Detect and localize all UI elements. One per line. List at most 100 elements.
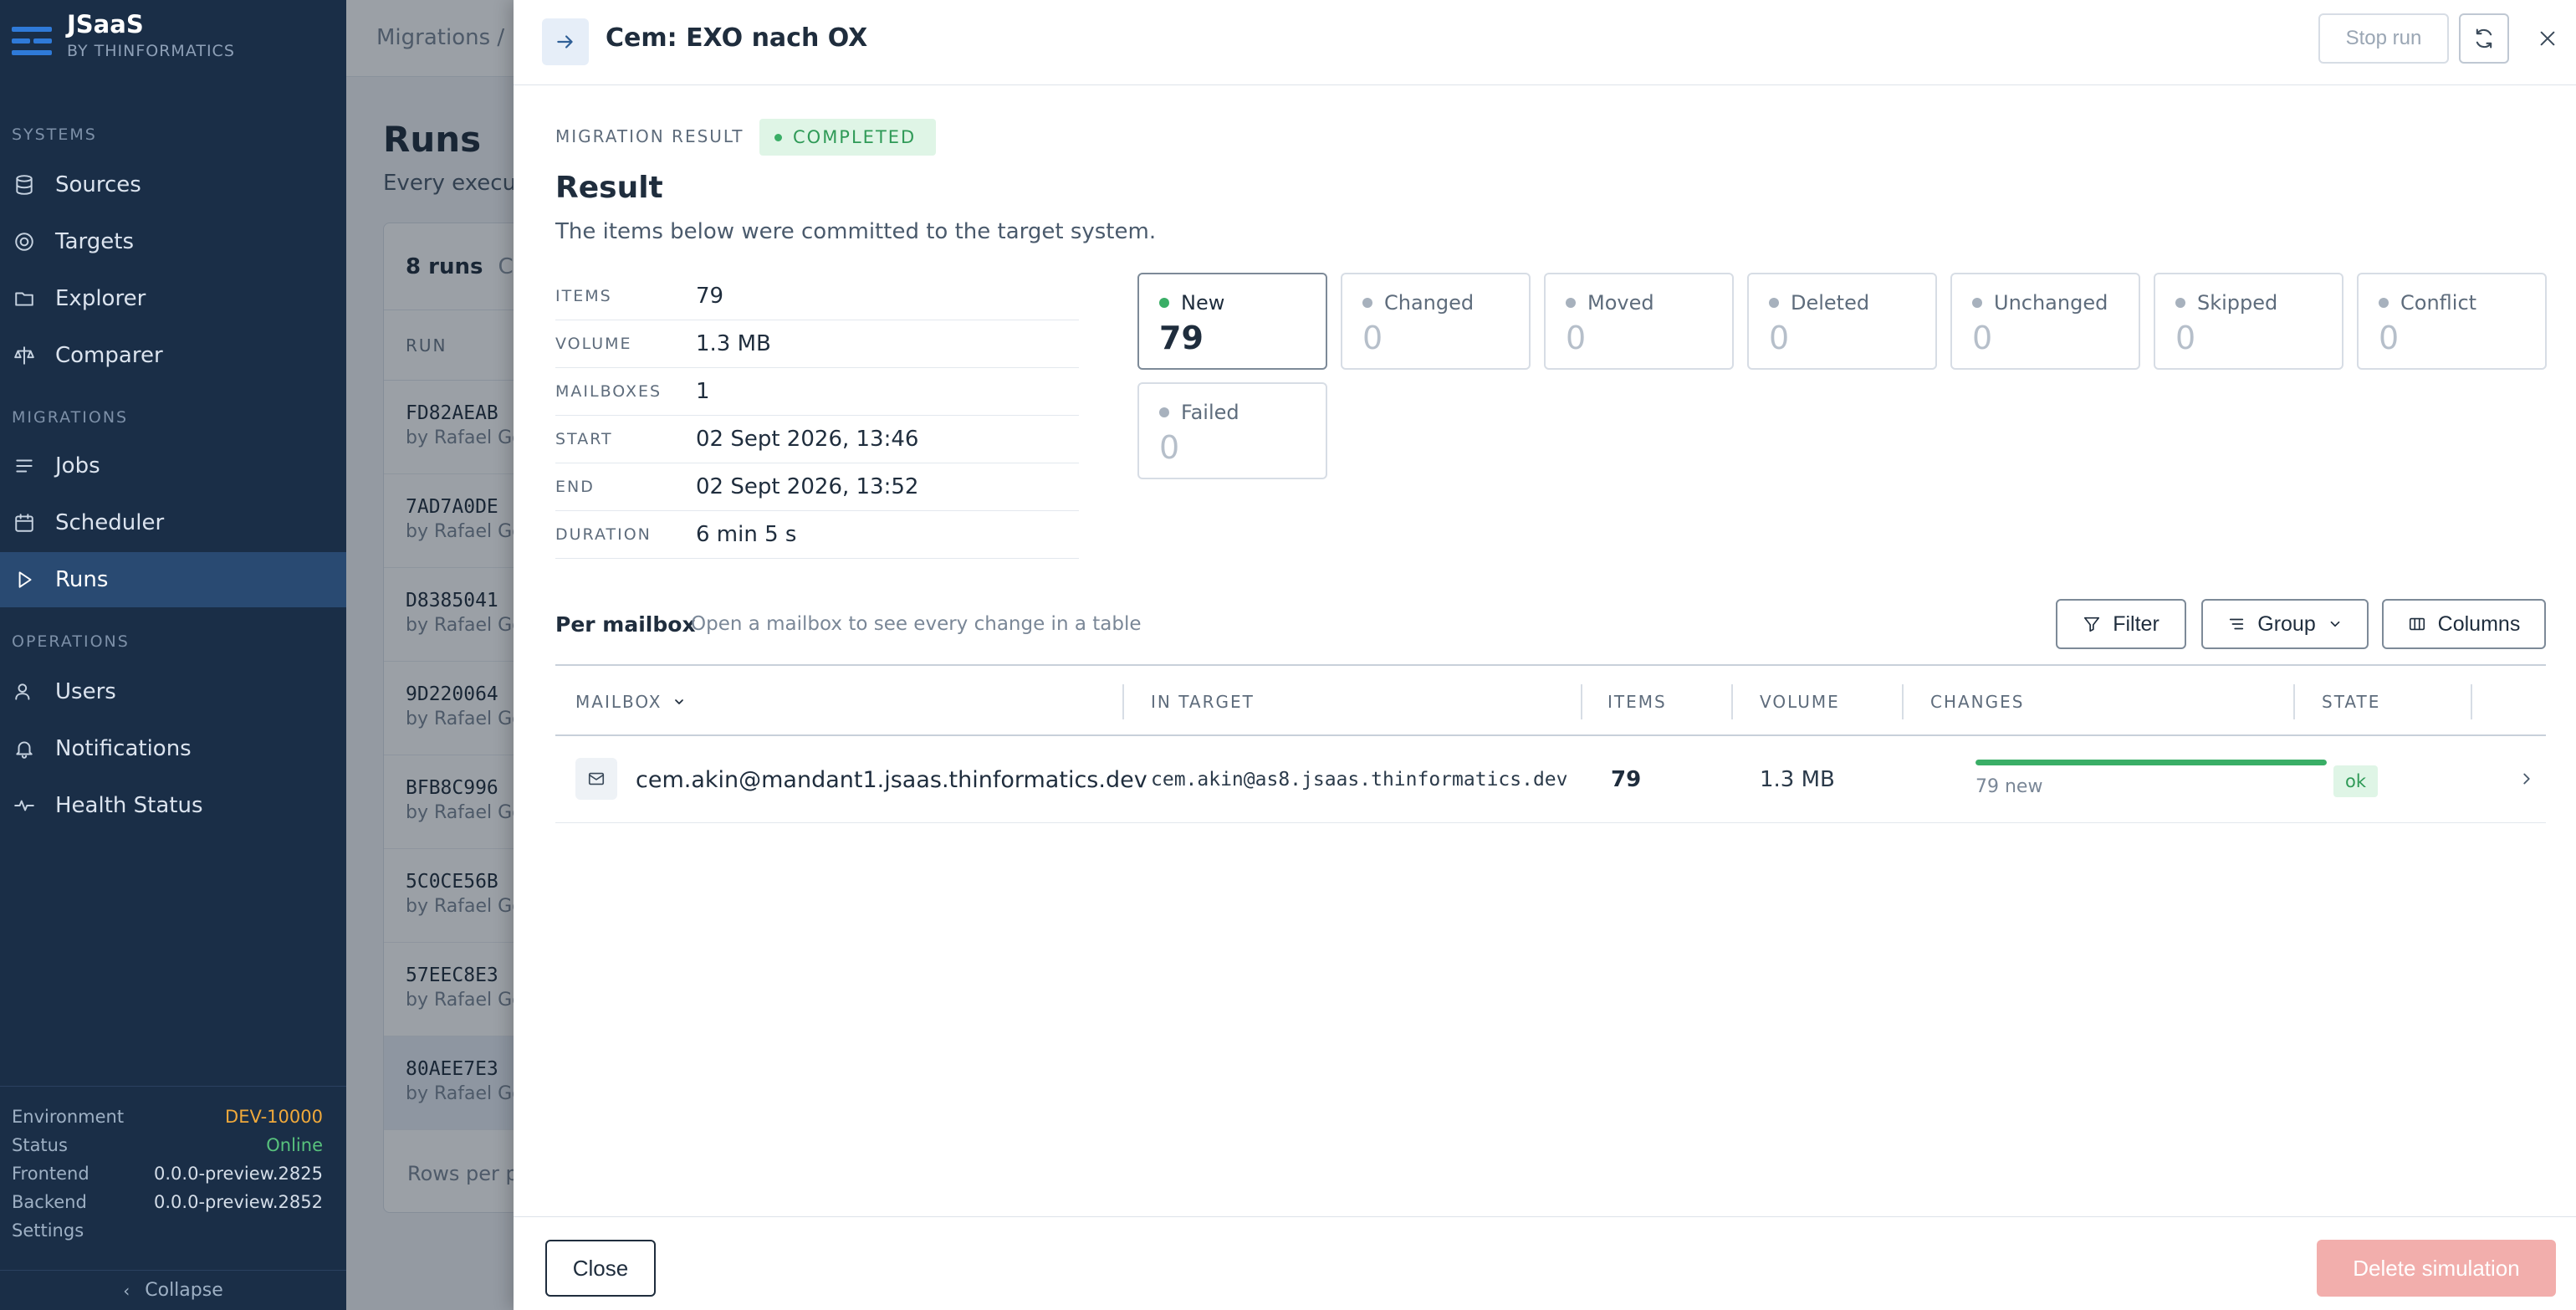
detail-volume: VOLUME 1.3 MB [555, 320, 1079, 368]
mail-icon [575, 758, 617, 800]
environment-label: Environment [12, 1107, 125, 1127]
detail-key: MAILBOXES [555, 382, 662, 401]
close-icon [2540, 31, 2555, 46]
close-drawer-button[interactable] [2527, 18, 2568, 59]
user-icon [15, 683, 30, 700]
sidebar-item-scheduler[interactable]: Scheduler [0, 495, 346, 550]
stat-label: Moved [1566, 291, 1732, 315]
stat-card-deleted[interactable]: Deleted 0 [1747, 273, 1937, 370]
settings-link[interactable]: Settings [12, 1220, 323, 1241]
sidebar-item-health-status[interactable]: Health Status [0, 778, 346, 833]
sidebar-item-label: Users [55, 679, 116, 704]
status-row: Status Online [12, 1135, 323, 1155]
group-button[interactable]: Group [2201, 599, 2369, 649]
stat-label: Unchanged [1972, 291, 2139, 315]
changes-progress-fill [1975, 760, 2327, 765]
calendar-icon [15, 514, 33, 532]
stat-card-skipped[interactable]: Skipped 0 [2154, 273, 2343, 370]
stat-card-failed[interactable]: Failed 0 [1137, 382, 1327, 479]
stat-card-changed[interactable]: Changed 0 [1341, 273, 1531, 370]
detail-start: START 02 Sept 2026, 13:46 [555, 416, 1079, 463]
column-header-in-target[interactable]: IN TARGET [1151, 666, 1255, 738]
detail-value: 6 min 5 s [696, 522, 797, 547]
sidebar-item-label: Sources [55, 172, 141, 197]
changes-label: 79 new [1975, 776, 2043, 797]
filter-icon [2084, 617, 2100, 632]
scale-icon [14, 346, 34, 365]
column-divider [1731, 684, 1733, 719]
stat-label: Conflict [2379, 291, 2545, 315]
per-mailbox-title: Per mailbox [555, 612, 696, 637]
mailbox-table-header: MAILBOX IN TARGET ITEMS VOLUME CHANGES S… [555, 664, 2546, 736]
open-run-button[interactable] [542, 18, 589, 65]
refresh-button[interactable] [2459, 13, 2509, 64]
detail-duration: DURATION 6 min 5 s [555, 511, 1079, 559]
detail-value: 1 [696, 379, 710, 404]
sidebar-item-sources[interactable]: Sources [0, 157, 346, 212]
sidebar-item-targets[interactable]: Targets [0, 214, 346, 269]
status-label: Status [12, 1135, 68, 1155]
sidebar: JSaaS BY THINFORMATICS SYSTEMS Sources T… [0, 0, 346, 1310]
stat-label: Failed [1159, 401, 1326, 424]
stat-card-conflict[interactable]: Conflict 0 [2357, 273, 2547, 370]
sidebar-item-label: Scheduler [55, 510, 165, 535]
stat-value: 0 [1769, 320, 1790, 356]
column-header-changes[interactable]: CHANGES [1930, 666, 2024, 738]
frontend-value: 0.0.0-preview.2825 [154, 1164, 323, 1184]
refresh-icon [2476, 28, 2492, 49]
stat-card-unchanged[interactable]: Unchanged 0 [1950, 273, 2140, 370]
arrow-right-icon [557, 35, 573, 49]
table-row[interactable]: cem.akin@mandant1.jsaas.thinformatics.de… [555, 736, 2546, 823]
stop-run-button[interactable]: Stop run [2318, 13, 2449, 64]
column-header-volume[interactable]: VOLUME [1760, 666, 1840, 738]
sidebar-item-notifications[interactable]: Notifications [0, 721, 346, 776]
detail-value: 79 [696, 284, 724, 309]
delete-simulation-button[interactable]: Delete simulation [2317, 1240, 2556, 1297]
drawer-footer: Close Delete simulation [514, 1216, 2576, 1310]
chevron-right-icon[interactable] [2517, 766, 2536, 791]
filter-button[interactable]: Filter [2056, 599, 2186, 649]
chevron-down-icon [2330, 621, 2340, 627]
folder-icon [15, 292, 33, 306]
columns-icon [2409, 617, 2425, 631]
app-name: JSaaS [67, 10, 144, 38]
mailbox-address[interactable]: cem.akin@mandant1.jsaas.thinformatics.de… [636, 736, 1147, 823]
column-divider [2471, 684, 2472, 719]
columns-button[interactable]: Columns [2382, 599, 2546, 649]
environment-value: DEV-10000 [225, 1107, 323, 1127]
detail-key: END [555, 478, 595, 496]
detail-mailboxes: MAILBOXES 1 [555, 368, 1079, 416]
stat-value: 79 [1159, 320, 1204, 356]
column-header-label: MAILBOX [575, 692, 662, 712]
backend-value: 0.0.0-preview.2852 [154, 1192, 323, 1212]
detail-value: 02 Sept 2026, 13:52 [696, 474, 919, 499]
sidebar-item-comparer[interactable]: Comparer [0, 328, 346, 383]
list-icon [16, 459, 33, 473]
stat-card-new[interactable]: New 79 [1137, 273, 1327, 370]
stat-value: 0 [1566, 320, 1587, 356]
items-count: 79 [1611, 767, 1642, 792]
stat-card-moved[interactable]: Moved 0 [1544, 273, 1734, 370]
detail-items: ITEMS 79 [555, 273, 1079, 320]
settings-label[interactable]: Settings [12, 1220, 84, 1241]
close-button[interactable]: Close [545, 1240, 656, 1297]
sidebar-item-runs[interactable]: Runs [0, 552, 346, 607]
column-header-mailbox[interactable]: MAILBOX [575, 666, 686, 738]
sidebar-item-explorer[interactable]: Explorer [0, 271, 346, 326]
sidebar-item-jobs[interactable]: Jobs [0, 438, 346, 494]
detail-end: END 02 Sept 2026, 13:52 [555, 463, 1079, 511]
detail-value: 1.3 MB [696, 331, 771, 356]
drawer-title: Cem: EXO nach OX [606, 23, 868, 53]
stat-label: Deleted [1769, 291, 1935, 315]
column-header-state[interactable]: STATE [2322, 666, 2380, 738]
collapse-button[interactable]: ‹ Collapse [0, 1270, 346, 1310]
status-badge: COMPLETED [759, 119, 937, 156]
sidebar-item-users[interactable]: Users [0, 664, 346, 719]
stat-value: 0 [2379, 320, 2400, 356]
play-icon [18, 571, 32, 588]
group-label: Group [2257, 612, 2316, 636]
column-header-items[interactable]: ITEMS [1607, 666, 1667, 738]
migration-result-label: MIGRATION RESULT [555, 126, 744, 146]
stat-value: 0 [1972, 320, 1993, 356]
detail-value: 02 Sept 2026, 13:46 [696, 427, 919, 452]
